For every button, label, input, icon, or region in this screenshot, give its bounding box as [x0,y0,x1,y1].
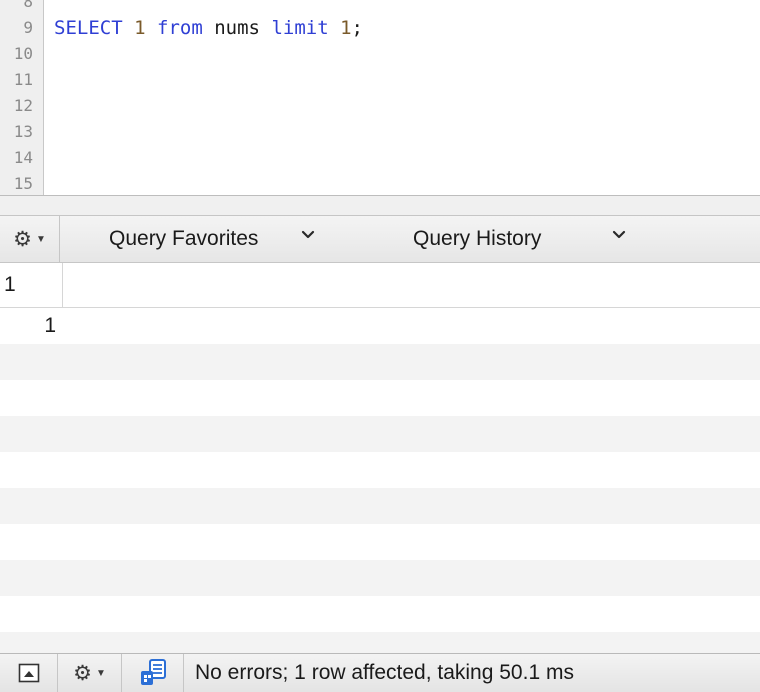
empty-row [0,560,760,596]
empty-row [0,632,760,653]
column-header[interactable]: 1 [0,263,63,307]
line-number: 9 [23,18,33,37]
sql-keyword: SELECT [54,17,123,39]
line-number-gutter: 8 9 10 11 12 13 14 15 [0,0,44,195]
toggle-panel-button[interactable] [0,654,58,692]
sql-number: 1 [340,17,352,39]
pane-splitter[interactable] [0,195,760,216]
results-table[interactable]: 1 1 [0,263,760,653]
query-history-menu[interactable]: Query History [413,216,541,262]
line-number: 13 [13,122,33,141]
query-favorites-label: Query Favorites [109,227,259,250]
query-history-label: Query History [413,227,542,250]
empty-row [0,416,760,452]
query-actions-button[interactable]: ⚙ ▼ [0,216,60,262]
chevron-down-icon[interactable] [612,228,626,242]
sql-terminator: ; [351,17,363,39]
line-number: 14 [13,148,33,167]
caret-down-icon: ▼ [95,667,106,679]
sql-editor[interactable]: 8 9 10 11 12 13 14 15 SELECT 1 from nums… [0,0,760,195]
empty-row [0,344,760,380]
line-number: 11 [13,70,33,89]
line-number: 15 [13,174,33,193]
show-query-info-button[interactable] [122,654,184,692]
empty-row [0,380,760,416]
sql-number: 1 [134,17,146,39]
line-number: 10 [13,44,33,63]
chevron-down-icon[interactable] [301,228,315,242]
panel-toggle-icon [18,663,39,683]
caret-down-icon: ▼ [35,233,46,245]
query-toolbar: ⚙ ▼ Query Favorites Query History [0,216,760,263]
code-line[interactable]: SELECT 1 from nums limit 1; [54,15,363,41]
status-actions-button[interactable]: ⚙ ▼ [58,654,122,692]
empty-row [0,452,760,488]
results-header: 1 [0,263,760,308]
line-number: 8 [23,0,33,11]
sql-keyword: from [157,17,203,39]
empty-row [0,488,760,524]
line-number: 12 [13,96,33,115]
sql-identifier: nums [214,17,260,39]
gear-icon: ⚙ [73,661,92,685]
empty-row [0,524,760,560]
status-message: No errors; 1 row affected, taking 50.1 m… [195,661,574,684]
query-favorites-menu[interactable]: Query Favorites [109,216,258,262]
table-row[interactable]: 1 [0,308,760,344]
table-cell[interactable]: 1 [0,308,56,344]
gear-icon: ⚙ [13,227,32,251]
sql-keyword: limit [271,17,329,39]
empty-row [0,596,760,632]
status-bar: ⚙ ▼ No errors; 1 row affected, taking 50… [0,653,760,692]
query-info-icon [140,659,166,685]
